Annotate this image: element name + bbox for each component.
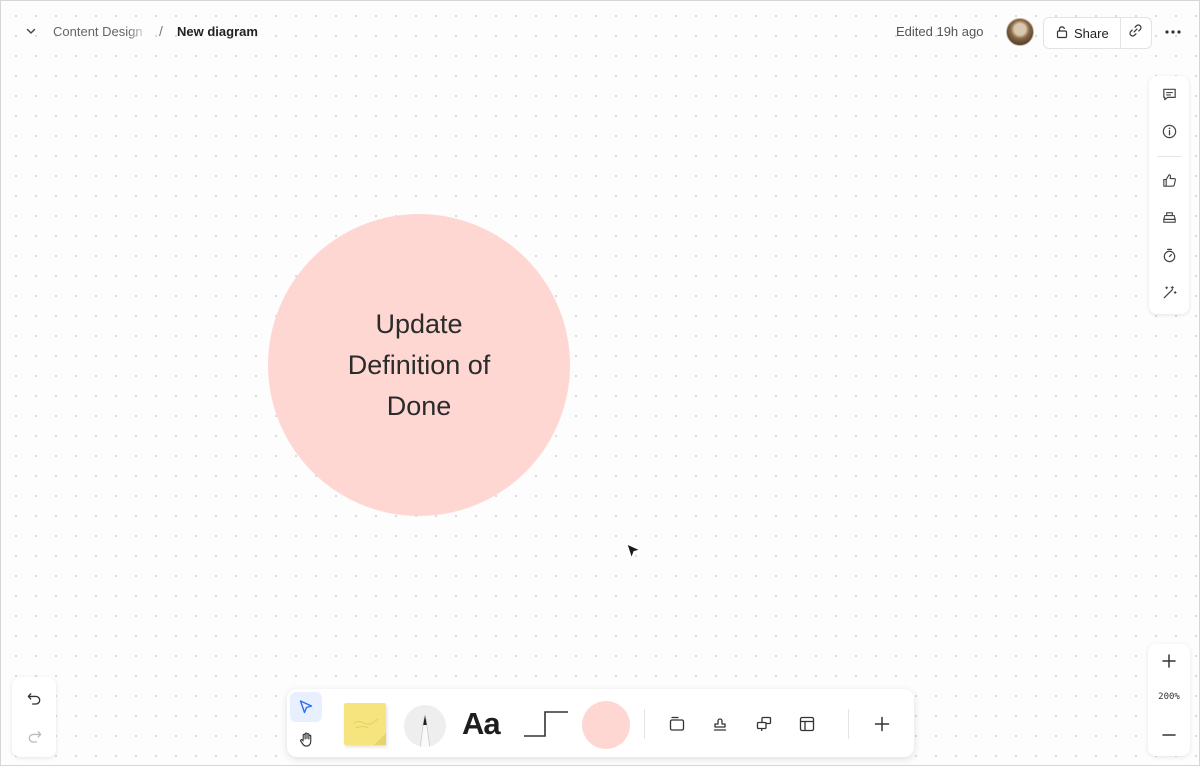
- circle-shape[interactable]: Update Definition of Done: [268, 214, 570, 516]
- chevron-down-icon[interactable]: [22, 22, 40, 40]
- bottom-toolbar: Aa: [287, 689, 914, 757]
- zoom-in-icon[interactable]: [1159, 651, 1179, 671]
- breadcrumb-separator: /: [159, 23, 163, 39]
- mouse-cursor-icon: [626, 543, 642, 566]
- document-title[interactable]: New diagram: [177, 24, 258, 39]
- template-icon[interactable]: [796, 713, 818, 735]
- toolbar-divider: [644, 709, 645, 739]
- text-tool[interactable]: Aa: [462, 706, 501, 742]
- history-panel: [12, 677, 56, 757]
- frame-icon[interactable]: [666, 713, 688, 735]
- redo-icon[interactable]: [24, 726, 44, 746]
- vote-icon[interactable]: [1159, 207, 1179, 227]
- link-icon: [1128, 23, 1143, 43]
- shape-tool[interactable]: [582, 701, 630, 749]
- share-group: Share: [1043, 17, 1152, 49]
- components-icon[interactable]: [753, 713, 775, 735]
- avatar[interactable]: [1006, 18, 1034, 46]
- more-icon[interactable]: [1162, 21, 1184, 43]
- edited-status: Edited 19h ago: [896, 24, 984, 39]
- info-icon[interactable]: [1159, 121, 1179, 141]
- connector-tool[interactable]: [523, 708, 569, 740]
- hand-icon[interactable]: [290, 724, 322, 754]
- plus-icon[interactable]: [871, 713, 893, 735]
- share-button[interactable]: Share: [1044, 18, 1120, 48]
- rail-divider: [1157, 156, 1181, 157]
- right-tool-rail: [1149, 76, 1189, 314]
- breadcrumb-parent[interactable]: Content Design: [53, 24, 149, 39]
- top-bar: Content Design / New diagram Edited 19h …: [0, 0, 1200, 62]
- comment-icon[interactable]: [1159, 84, 1179, 104]
- stamp-icon[interactable]: [709, 713, 731, 735]
- pen-tool[interactable]: [404, 705, 446, 747]
- sticky-note-tool[interactable]: [344, 703, 386, 745]
- magic-wand-icon[interactable]: [1159, 282, 1179, 302]
- timer-icon[interactable]: [1159, 245, 1179, 265]
- window-border: [0, 0, 1200, 766]
- zoom-level[interactable]: 200%: [1148, 692, 1190, 702]
- zoom-panel: 200%: [1148, 644, 1190, 756]
- mode-switcher: [290, 692, 322, 754]
- zoom-out-icon[interactable]: [1159, 725, 1179, 745]
- undo-icon[interactable]: [24, 688, 44, 708]
- select-arrow-icon[interactable]: [290, 692, 322, 722]
- shape-text[interactable]: Update Definition of Done: [344, 304, 494, 427]
- share-label: Share: [1074, 25, 1109, 41]
- thumbs-up-icon[interactable]: [1159, 170, 1179, 190]
- copy-link-button[interactable]: [1119, 18, 1151, 48]
- toolbar-divider: [848, 709, 849, 739]
- lock-icon: [1055, 25, 1069, 42]
